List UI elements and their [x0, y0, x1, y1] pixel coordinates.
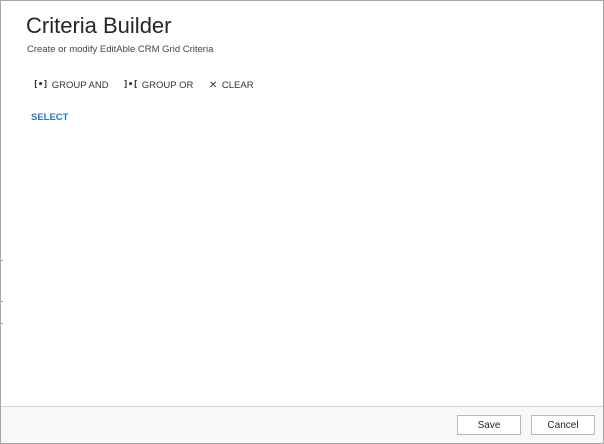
edge-mark	[1, 301, 3, 302]
group-or-icon: ]•[	[123, 80, 138, 90]
group-and-icon: [•]	[33, 80, 48, 90]
edge-mark	[1, 323, 3, 324]
edge-mark	[1, 260, 3, 261]
dialog-footer: Save Cancel	[1, 406, 603, 443]
save-button[interactable]: Save	[457, 415, 521, 435]
cancel-button[interactable]: Cancel	[531, 415, 595, 435]
criteria-builder-dialog: Criteria Builder Create or modify EditAb…	[0, 0, 604, 444]
group-and-button[interactable]: [•] GROUP AND	[33, 78, 109, 92]
clear-button[interactable]: ✕ CLEAR	[209, 78, 254, 92]
close-icon: ✕	[209, 79, 217, 91]
dialog-title: Criteria Builder	[26, 13, 172, 38]
clear-label: CLEAR	[221, 79, 254, 91]
group-and-label: GROUP AND	[51, 79, 109, 91]
group-or-button[interactable]: ]•[ GROUP OR	[123, 78, 193, 92]
group-or-label: GROUP OR	[141, 79, 194, 91]
select-field-link[interactable]: SELECT	[31, 112, 68, 123]
dialog-subtitle: Create or modify EditAble CRM Grid Crite…	[27, 44, 214, 55]
